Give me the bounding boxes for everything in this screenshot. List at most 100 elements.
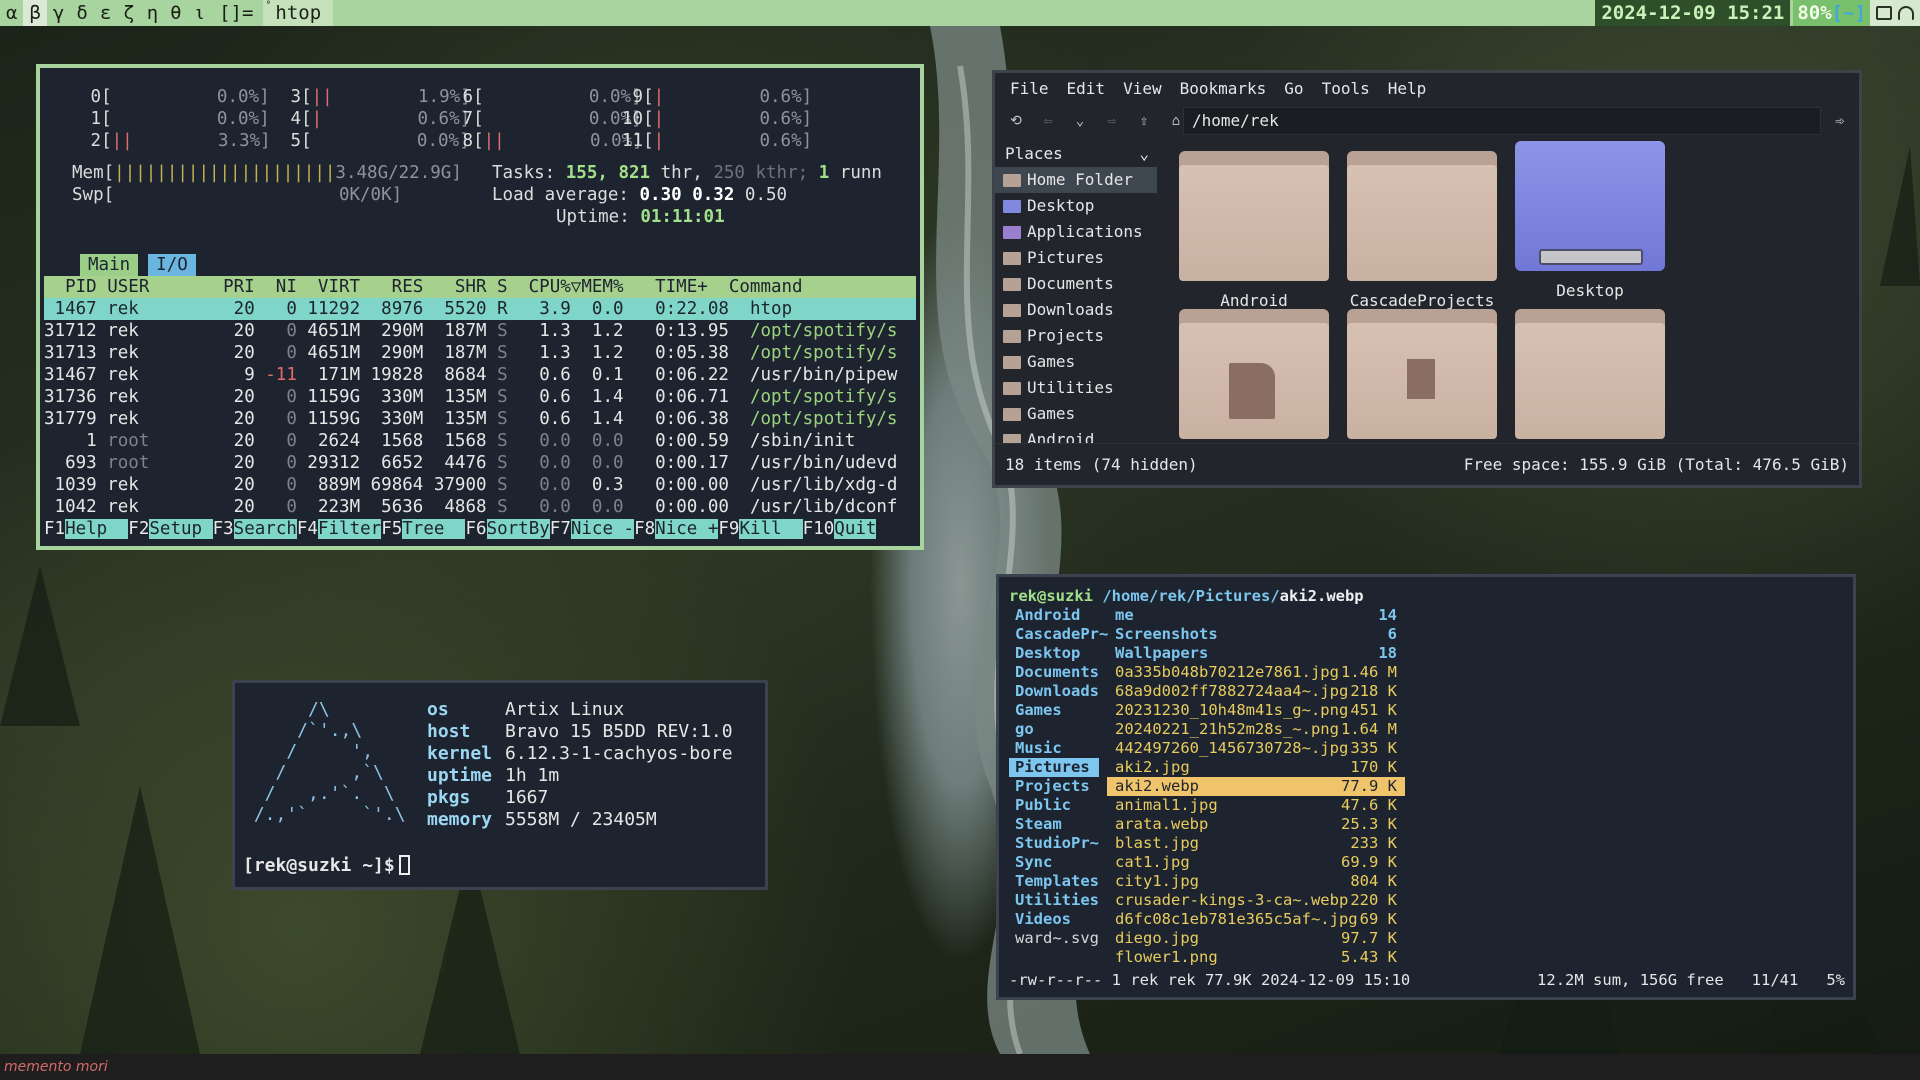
sidebar-item-desktop[interactable]: Desktop <box>995 193 1157 219</box>
menu-view[interactable]: View <box>1114 79 1171 98</box>
forward-icon[interactable]: ⇨ <box>1099 108 1125 134</box>
list-item[interactable]: Sync <box>1009 853 1099 872</box>
list-item[interactable]: crusader-kings-3-ca~.webp 220 K <box>1107 891 1405 910</box>
list-item[interactable]: Steam <box>1009 815 1099 834</box>
process-row[interactable]: 31713 rek 20 0 4651M 290M 187M S 1.3 1.2… <box>44 342 897 364</box>
list-item[interactable]: Screenshots 6 <box>1107 625 1405 644</box>
list-item[interactable]: Android <box>1009 606 1099 625</box>
keyboard-icon[interactable] <box>1876 6 1892 20</box>
tab-io[interactable]: I/O <box>148 254 196 276</box>
folder-item[interactable] <box>1515 309 1665 443</box>
list-item[interactable]: Desktop <box>1009 644 1099 663</box>
menu-go[interactable]: Go <box>1275 79 1312 98</box>
refresh-icon[interactable]: ⟲ <box>1003 108 1029 134</box>
tab-main[interactable]: Main <box>80 254 139 276</box>
menu-file[interactable]: File <box>1001 79 1058 98</box>
places-header[interactable]: Places ⌄ <box>995 141 1157 167</box>
workspace-4[interactable]: δ <box>70 0 93 26</box>
list-item[interactable]: Downloads <box>1009 682 1099 701</box>
workspace-2[interactable]: β <box>23 0 47 26</box>
sidebar-item-projects[interactable]: Projects <box>995 323 1157 349</box>
folder-item[interactable] <box>1347 309 1497 443</box>
workspace-3[interactable]: γ <box>47 0 70 26</box>
fkey-quit-button[interactable]: Quit <box>834 519 877 539</box>
list-item[interactable]: diego.jpg 97.7 K <box>1107 929 1405 948</box>
list-item[interactable]: 0a335b048b70212e7861.jpg 1.46 M <box>1107 663 1405 682</box>
sidebar-item-games[interactable]: Games <box>995 401 1157 427</box>
fkey-filter-button[interactable]: Filter <box>317 519 382 539</box>
sidebar-item-utilities[interactable]: Utilities <box>995 375 1157 401</box>
list-item[interactable]: CascadePr~ <box>1009 625 1108 644</box>
list-item[interactable]: flower1.png 5.43 K <box>1107 948 1405 967</box>
list-item[interactable]: Music <box>1009 739 1099 758</box>
dropdown-icon[interactable]: ⌄ <box>1067 108 1093 134</box>
list-item[interactable]: go <box>1009 720 1099 739</box>
workspace-6[interactable]: ζ <box>117 0 140 26</box>
list-item[interactable]: 442497260_1456730728~.jpg 335 K <box>1107 739 1405 758</box>
menu-tools[interactable]: Tools <box>1313 79 1379 98</box>
fkey-sortby-button[interactable]: SortBy <box>486 519 550 539</box>
path-bar[interactable]: /home/rek <box>1183 107 1821 135</box>
folder-item[interactable] <box>1179 309 1329 443</box>
back-icon[interactable]: ⇦ <box>1035 108 1061 134</box>
layout-indicator[interactable]: []= <box>211 0 261 26</box>
list-item[interactable]: d6fc08c1eb781e365c5af~.jpg 69 K <box>1107 910 1405 929</box>
workspace-9[interactable]: ι <box>188 0 211 26</box>
menu-bookmarks[interactable]: Bookmarks <box>1171 79 1276 98</box>
menu-help[interactable]: Help <box>1379 79 1436 98</box>
list-item[interactable]: Documents <box>1009 663 1099 682</box>
shell-prompt[interactable]: [rek@suzki ~]$ <box>243 855 410 877</box>
process-row[interactable]: 31467 rek 9 -11 171M 19828 8684 S 0.6 0.… <box>44 364 897 386</box>
workspace-7[interactable]: η <box>141 0 164 26</box>
wifi-icon[interactable] <box>1898 6 1914 20</box>
process-row[interactable]: 31736 rek 20 0 1159G 330M 135M S 0.6 1.4… <box>44 386 897 408</box>
folder-item[interactable]: Desktop <box>1515 141 1665 300</box>
sidebar-item-home-folder[interactable]: Home Folder <box>995 167 1157 193</box>
ranger-terminal-window[interactable]: rek@suzki /home/rek/Pictures/aki2.webp A… <box>996 574 1856 1000</box>
process-row[interactable]: 1039 rek 20 0 889M 69864 37900 S 0.0 0.3… <box>44 474 898 496</box>
fkey-nice--button[interactable]: Nice + <box>655 519 719 539</box>
list-item[interactable]: Games <box>1009 701 1099 720</box>
fkey-search-button[interactable]: Search <box>233 519 297 539</box>
process-row[interactable]: 1042 rek 20 0 223M 5636 4868 S 0.0 0.0 0… <box>44 496 898 518</box>
list-item[interactable]: StudioPr~ <box>1009 834 1099 853</box>
process-row[interactable]: 31712 rek 20 0 4651M 290M 187M S 1.3 1.2… <box>44 320 897 342</box>
process-row[interactable]: 693 root 20 0 29312 6652 4476 S 0.0 0.0 … <box>44 452 897 474</box>
fetch-terminal-window[interactable]: /\ /`'.,\ / ', / ,`\ / ,.'`. \ /.,'` `'.… <box>232 680 768 890</box>
list-item[interactable]: Templates <box>1009 872 1099 891</box>
fkey-kill-button[interactable]: Kill <box>739 519 803 539</box>
process-row[interactable]: 1467 rek 20 0 11292 8976 5520 R 3.9 0.0 … <box>44 298 916 320</box>
sidebar-item-documents[interactable]: Documents <box>995 271 1157 297</box>
list-item[interactable]: aki2.webp 77.9 K <box>1107 777 1405 796</box>
list-item[interactable]: Videos <box>1009 910 1099 929</box>
list-item[interactable]: 68a9d002ff7882724aa4~.jpg 218 K <box>1107 682 1405 701</box>
list-item[interactable]: Pictures <box>1009 758 1099 777</box>
list-item[interactable]: cat1.jpg 69.9 K <box>1107 853 1405 872</box>
workspace-1[interactable]: α <box>0 0 23 26</box>
sidebar-item-applications[interactable]: Applications <box>995 219 1157 245</box>
sidebar-item-games[interactable]: Games <box>995 349 1157 375</box>
process-row[interactable]: 31779 rek 20 0 1159G 330M 135M S 0.6 1.4… <box>44 408 897 430</box>
list-item[interactable]: Projects <box>1009 777 1099 796</box>
menu-edit[interactable]: Edit <box>1058 79 1115 98</box>
file-manager-window[interactable]: File Edit View Bookmarks Go Tools Help ⟲ ⇦ ⌄ ⇨… <box>992 70 1862 488</box>
sidebar-item-pictures[interactable]: Pictures <box>995 245 1157 271</box>
go-icon[interactable]: ➾ <box>1829 109 1851 133</box>
workspace-5[interactable]: ε <box>94 0 117 26</box>
list-item[interactable]: aki2.jpg 170 K <box>1107 758 1405 777</box>
list-item[interactable]: ward~.svg <box>1009 929 1099 948</box>
list-item[interactable]: Public <box>1009 796 1099 815</box>
process-table-header[interactable]: PID USER PRI NI VIRT RES SHR S CPU%▽MEM%… <box>44 276 916 298</box>
fkey-tree-button[interactable]: Tree <box>402 519 466 539</box>
folder-item[interactable]: CascadeProjects <box>1347 151 1497 310</box>
list-item[interactable]: me 14 <box>1107 606 1405 625</box>
list-item[interactable]: city1.jpg 804 K <box>1107 872 1405 891</box>
list-item[interactable]: 20231230_10h48m41s_g~.png 451 K <box>1107 701 1405 720</box>
workspace-8[interactable]: θ <box>164 0 187 26</box>
list-item[interactable]: 20240221_21h52m28s_~.png 1.64 M <box>1107 720 1405 739</box>
list-item[interactable]: arata.webp 25.3 K <box>1107 815 1405 834</box>
fkey-help-button[interactable]: Help <box>65 519 129 539</box>
folder-item[interactable]: Android <box>1179 151 1329 310</box>
process-row[interactable]: 1 root 20 0 2624 1568 1568 S 0.0 0.0 0:0… <box>44 430 855 452</box>
list-item[interactable]: Wallpapers 18 <box>1107 644 1405 663</box>
